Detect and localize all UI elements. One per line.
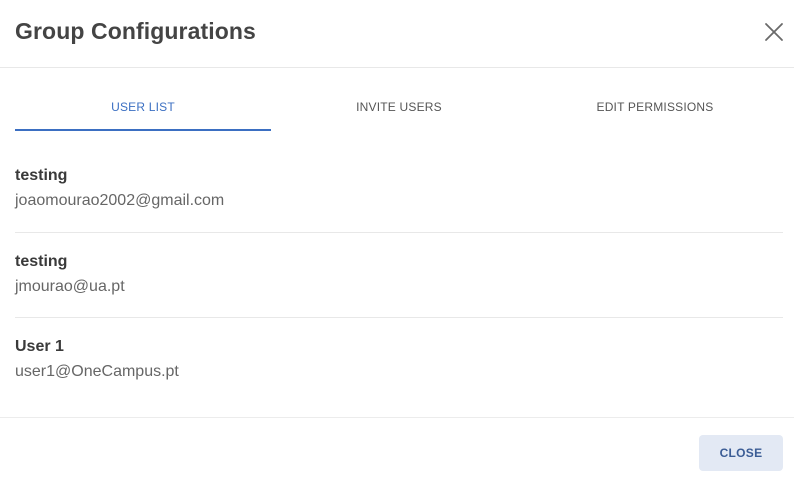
user-list: testing joaomourao2002@gmail.com testing… — [15, 147, 783, 402]
tab-user-list-label: USER LIST — [111, 100, 175, 114]
user-name: User 1 — [15, 338, 64, 355]
tab-bar: USER LIST INVITE USERS EDIT PERMISSIONS — [15, 88, 783, 132]
dialog-title: Group Configurations — [15, 18, 256, 44]
dialog-header: Group Configurations — [0, 0, 794, 68]
tab-edit-permissions-label: EDIT PERMISSIONS — [596, 100, 714, 114]
tab-edit-permissions[interactable]: EDIT PERMISSIONS — [527, 88, 783, 132]
user-email: jmourao@ua.pt — [15, 278, 125, 295]
list-item: testing joaomourao2002@gmail.com — [15, 147, 783, 232]
tab-invite-users[interactable]: INVITE USERS — [271, 88, 527, 132]
user-name: testing — [15, 253, 68, 270]
tab-invite-users-label: INVITE USERS — [356, 100, 442, 114]
group-configurations-dialog: Group Configurations USER LIST INVITE US… — [0, 0, 794, 484]
dialog-footer: CLOSE — [0, 417, 794, 484]
user-name: testing — [15, 167, 68, 184]
user-email: joaomourao2002@gmail.com — [15, 192, 225, 209]
list-item: testing jmourao@ua.pt — [15, 232, 783, 317]
user-email: user1@OneCampus.pt — [15, 363, 179, 380]
active-tab-indicator — [15, 129, 271, 131]
tab-user-list[interactable]: USER LIST — [15, 88, 271, 132]
close-button[interactable]: CLOSE — [699, 435, 783, 471]
list-item: User 1 user1@OneCampus.pt — [15, 317, 783, 402]
close-icon[interactable] — [764, 22, 784, 42]
